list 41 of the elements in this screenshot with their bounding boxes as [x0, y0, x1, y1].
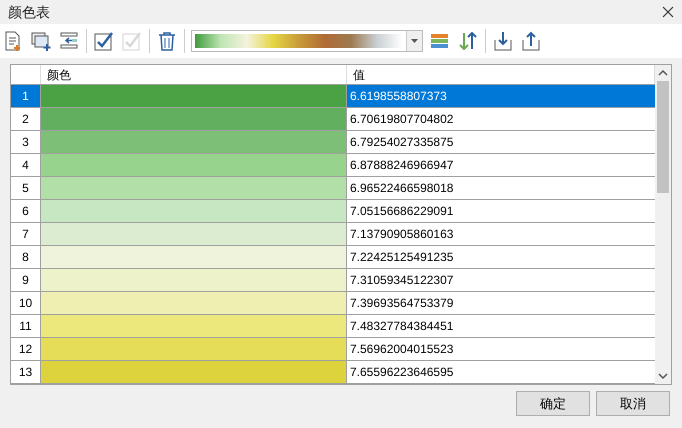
column-header[interactable]: 颜色	[41, 65, 347, 84]
color-swatch[interactable]	[41, 108, 347, 130]
color-swatch[interactable]	[41, 154, 347, 176]
color-swatch[interactable]	[41, 85, 347, 107]
color-swatch[interactable]	[41, 361, 347, 383]
dialog-button[interactable]: 取消	[596, 391, 670, 416]
value-cell[interactable]: 6.79254027335875	[347, 131, 655, 153]
row-number[interactable]: 1	[11, 85, 41, 107]
dialog-button[interactable]: 确定	[516, 391, 590, 416]
color-swatch[interactable]	[41, 131, 347, 153]
value-cell[interactable]: 7.13790905860163	[347, 223, 655, 245]
color-swatch[interactable]	[41, 269, 347, 291]
close-icon[interactable]	[662, 6, 674, 18]
color-swatch[interactable]	[41, 292, 347, 314]
value-cell[interactable]: 6.70619807704802	[347, 108, 655, 130]
value-cell[interactable]: 7.65596223646595	[347, 361, 655, 383]
export-icon[interactable]	[520, 30, 542, 52]
value-cell[interactable]: 7.31059345122307	[347, 269, 655, 291]
trash-icon[interactable]	[156, 30, 178, 52]
value-cell[interactable]: 7.56962004015523	[347, 338, 655, 360]
caret-icon	[411, 39, 418, 43]
color-swatch[interactable]	[41, 315, 347, 337]
add-window-icon[interactable]	[30, 30, 52, 52]
color-swatch[interactable]	[41, 200, 347, 222]
import-icon[interactable]	[492, 30, 514, 52]
value-cell[interactable]: 6.96522466598018	[347, 177, 655, 199]
scrollbar-thumb[interactable]	[657, 81, 669, 193]
value-cell[interactable]: 6.6198558807373	[347, 85, 655, 107]
color-swatch[interactable]	[41, 246, 347, 268]
color-swatch[interactable]	[41, 177, 347, 199]
value-cell[interactable]: 7.39693564753379	[347, 292, 655, 314]
color-swatch[interactable]	[41, 223, 347, 245]
color-ramp-dropdown[interactable]	[191, 30, 423, 52]
checkbox-icon[interactable]	[93, 30, 115, 52]
value-cell[interactable]: 7.48327784384451	[347, 315, 655, 337]
value-cell[interactable]: 7.05156686229091	[347, 200, 655, 222]
sort-arrows-icon[interactable]	[457, 30, 479, 52]
value-cell[interactable]: 6.87888246966947	[347, 154, 655, 176]
window-title: 颜色表	[8, 2, 50, 22]
value-cell[interactable]: 7.22425125491235	[347, 246, 655, 268]
color-swatch[interactable]	[41, 338, 347, 360]
